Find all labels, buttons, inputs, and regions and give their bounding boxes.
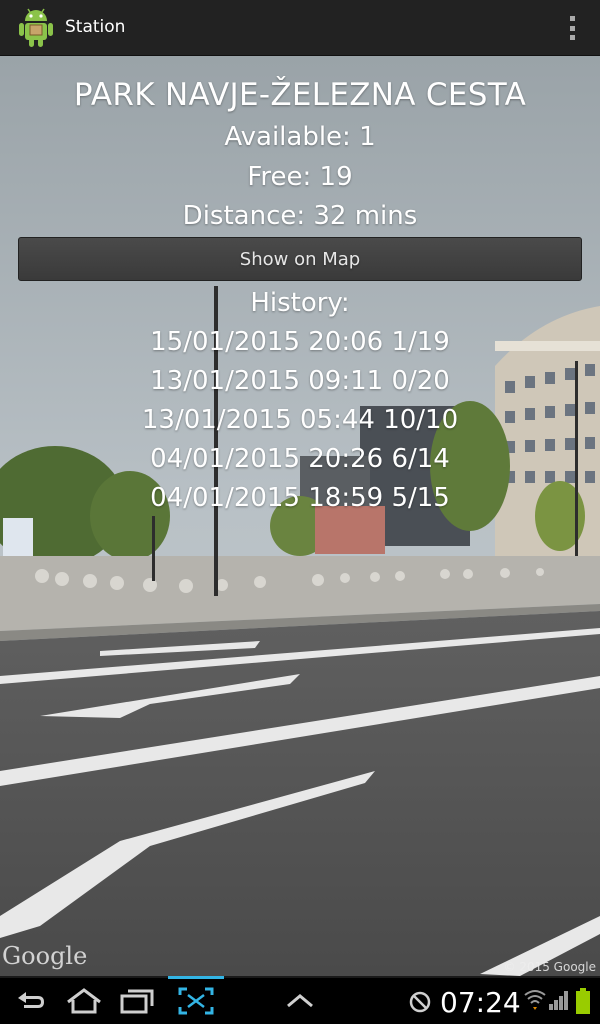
history-row: 13/01/2015 05:44 10/10 (141, 405, 459, 435)
station-name: PARK NAVJE-ŽELEZNA CESTA (73, 77, 527, 113)
recent-apps-icon[interactable] (118, 986, 158, 1016)
home-icon[interactable] (64, 986, 104, 1016)
system-bar: 07:24 (0, 976, 600, 1024)
show-on-map-button[interactable]: Show on Map (18, 237, 582, 281)
street-view-background (0, 56, 600, 976)
available-count: Available: 1 (224, 122, 376, 152)
distance-value: Distance: 32 mins (182, 201, 418, 231)
battery-icon (576, 988, 590, 1014)
action-bar: Station (0, 0, 600, 56)
free-count: Free: 19 (247, 162, 353, 192)
screenshot-icon[interactable] (176, 986, 216, 1016)
android-icon[interactable] (16, 6, 56, 50)
history-row: 04/01/2015 18:59 5/15 (150, 483, 450, 513)
history-row: 04/01/2015 20:26 6/14 (150, 444, 450, 474)
back-icon[interactable] (10, 986, 50, 1016)
wifi-icon (524, 990, 546, 1010)
history-row: 13/01/2015 09:11 0/20 (150, 366, 450, 396)
copyright-watermark: © 2015 Google (503, 960, 596, 974)
history-row: 15/01/2015 20:06 1/19 (150, 327, 450, 357)
overflow-menu-icon[interactable] (568, 16, 576, 40)
app-title: Station (65, 17, 126, 37)
sync-status-icon (409, 991, 431, 1013)
chevron-up-icon[interactable] (280, 986, 320, 1016)
station-detail: PARK NAVJE-ŽELEZNA CESTA Available: 1 Fr… (0, 56, 600, 976)
signal-icon (549, 991, 568, 1010)
status-clock: 07:24 (440, 986, 521, 1019)
history-label: History: (250, 288, 350, 318)
google-watermark: Google (2, 942, 88, 970)
active-indicator (168, 976, 224, 979)
